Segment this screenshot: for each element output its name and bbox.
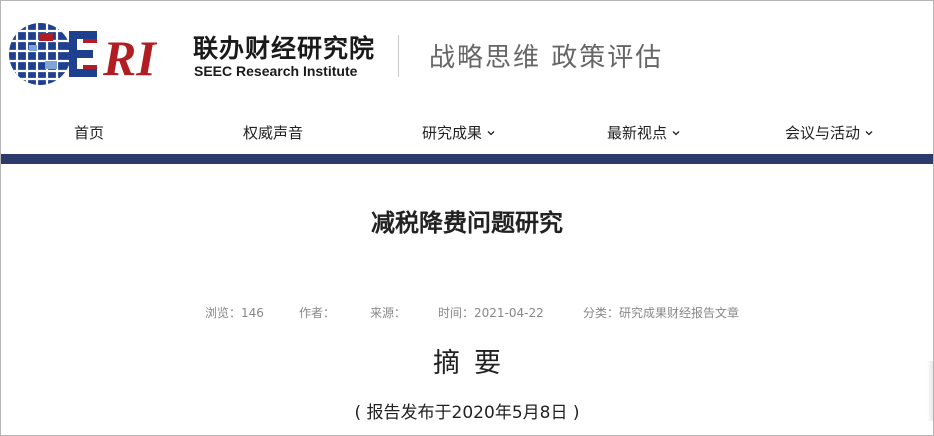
- page-frame: RI 联办财经研究院 SEEC Research Institute 战略思维 …: [0, 0, 934, 436]
- brand-name-cn: 联办财经研究院: [193, 34, 376, 63]
- header-slogan: 战略思维 政策评估: [429, 43, 664, 73]
- globe-logo-icon: RI: [9, 23, 157, 86]
- article-time: 时间：2021-04-22: [438, 306, 544, 320]
- article-source: 来源：: [370, 306, 407, 320]
- nav-item-latest-views[interactable]: 最新视点: [607, 122, 681, 143]
- nav-item-meetings-events[interactable]: 会议与活动: [785, 122, 874, 143]
- nav-item-label: 权威声音: [243, 124, 304, 142]
- nav-item-home[interactable]: 首页: [74, 122, 104, 143]
- article-author: 作者：: [299, 306, 336, 320]
- site-logo[interactable]: RI: [7, 21, 182, 87]
- chevron-down-icon: [865, 130, 873, 135]
- article-title: 减税降费问题研究: [371, 209, 563, 237]
- nav-item-label: 会议与活动: [785, 124, 861, 142]
- nav-item-research-results[interactable]: 研究成果: [422, 122, 496, 143]
- brand-name-en: SEEC Research Institute: [194, 63, 358, 79]
- article-views: 浏览：146: [205, 306, 264, 320]
- chevron-down-icon: [672, 130, 680, 135]
- svg-text:RI: RI: [102, 30, 157, 86]
- publish-date-note: ( 报告发布于2020年5月8日 ): [354, 403, 580, 423]
- main-nav: 首页 权威声音 研究成果 最新视点 会议与活动: [1, 109, 933, 155]
- nav-item-label: 首页: [74, 124, 105, 142]
- chevron-down-icon: [487, 130, 495, 135]
- nav-accent-bar: [1, 154, 933, 164]
- nav-item-authoritative-voices[interactable]: 权威声音: [243, 122, 303, 143]
- abstract-heading: 摘要: [433, 348, 515, 379]
- scrollbar-edge: [927, 361, 933, 421]
- nav-item-label: 最新视点: [607, 124, 668, 142]
- nav-item-label: 研究成果: [422, 124, 483, 142]
- header-divider: [398, 35, 399, 77]
- site-header: RI 联办财经研究院 SEEC Research Institute 战略思维 …: [1, 1, 933, 109]
- article-category[interactable]: 分类：研究成果财经报告文章: [583, 304, 739, 321]
